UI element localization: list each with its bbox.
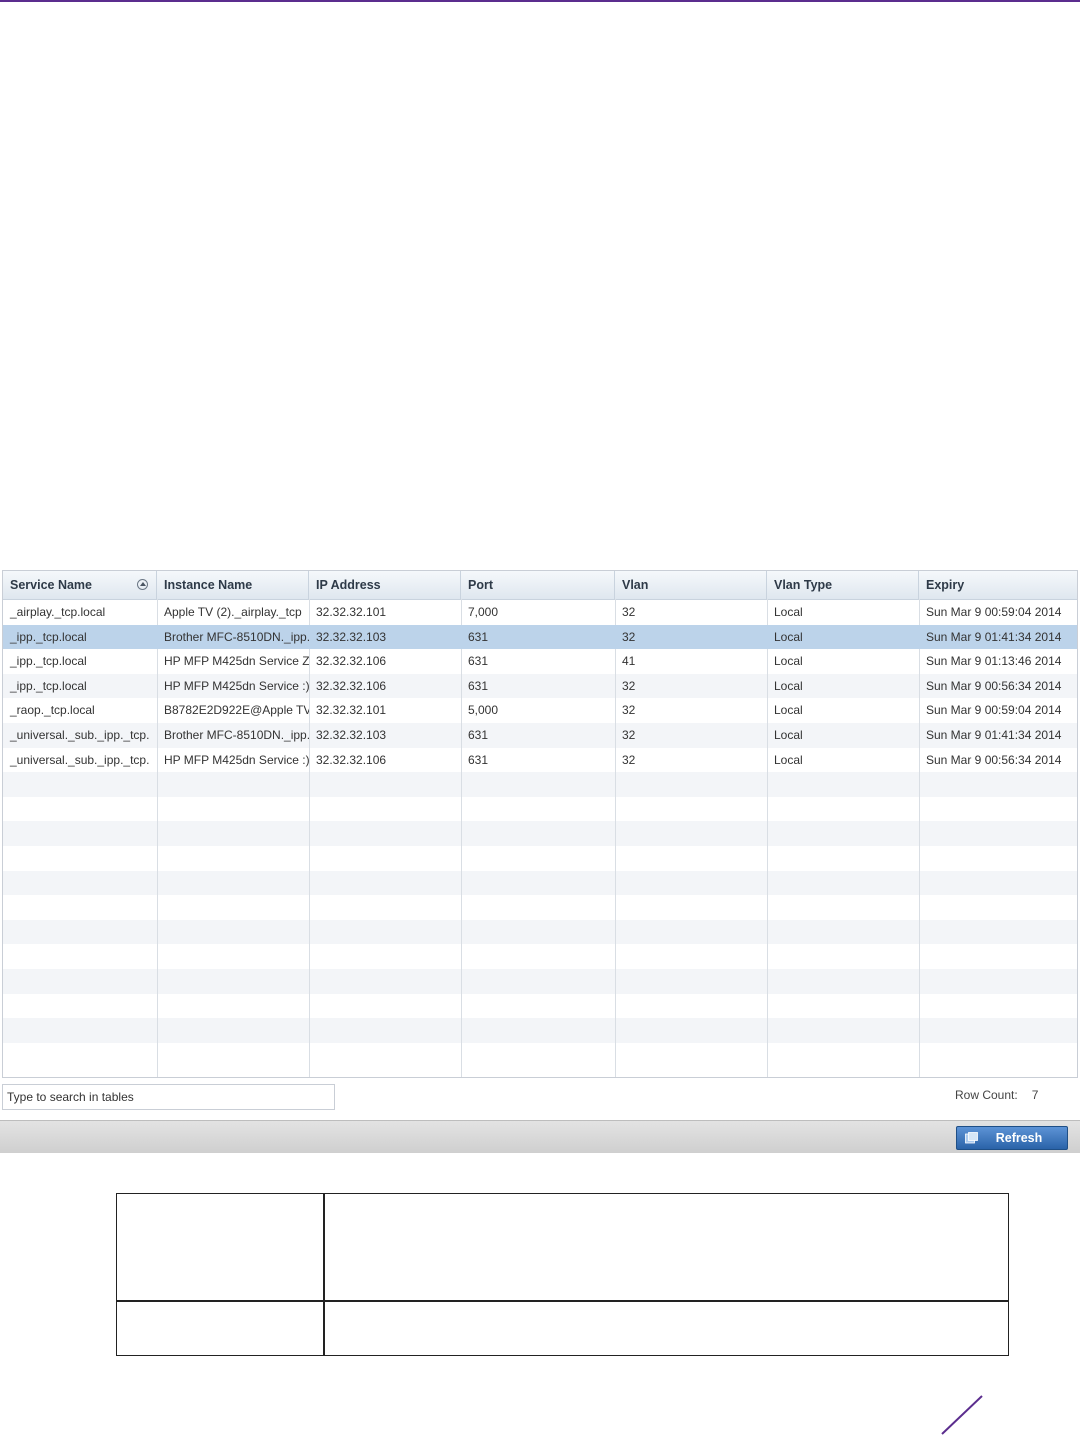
table-cell: Sun Mar 9 01:41:34 2014 [926,728,1062,742]
table-cell: Local [774,605,803,619]
table-cell: 32 [622,752,636,767]
column-header-vlan-type[interactable]: Vlan Type [767,571,919,599]
table-cell: Local [774,678,803,693]
table-cell: Sun Mar 9 00:59:04 2014 [926,703,1062,718]
table-cell: 5,000 [468,703,499,718]
column-header-label: Instance Name [164,578,253,592]
column-header-label: Port [468,578,493,592]
table-cell: 32.32.32.103 [316,728,387,742]
table-search-input[interactable] [2,1084,335,1110]
table-row[interactable]: _universal._sub._ipp._tcp. Brother MFC-85… [3,723,1077,748]
row-stripe [3,1018,1077,1043]
table-cell: Apple TV (2)._airplay._tcp [164,605,302,619]
brand-slash-icon [941,1395,983,1435]
column-header-instance-name[interactable]: Instance Name [157,571,309,599]
row-stripe [3,1043,1077,1068]
table-row[interactable]: _ipp._tcp.local HP MFP M425dn Service Z 32… [3,649,1077,674]
row-stripe [3,797,1077,822]
refresh-icon [965,1132,978,1144]
row-stripe [3,994,1077,1019]
row-stripe [3,895,1077,920]
table-cell: Brother MFC-8510DN._ipp. [164,728,309,742]
table-cell: _universal._sub._ipp._tcp. [10,752,150,767]
table-row[interactable]: _raop._tcp.local B8782E2D922E@Apple TV 32.… [3,698,1077,723]
table-cell: 32.32.32.101 [316,605,387,619]
table-cell: HP MFP M425dn Service :) [164,752,309,767]
table-cell: Sun Mar 9 00:56:34 2014 [926,752,1062,767]
table-rule [323,1194,325,1355]
table-cell: 41 [622,654,636,669]
table-cell: Local [774,728,803,742]
column-header-label: Vlan Type [774,578,833,592]
table-cell: 7,000 [468,605,499,619]
table-cell: 32.32.32.106 [316,752,387,767]
table-header: Service Name Instance Name IP Address Po… [3,571,1077,600]
footer-toolbar: Refresh [0,1120,1080,1153]
table-cell: Local [774,752,803,767]
table-rule [117,1300,1008,1302]
table-cell: 32 [622,728,636,742]
services-table: Service Name Instance Name IP Address Po… [2,570,1078,1078]
table-cell: _raop._tcp.local [10,703,95,718]
table-cell: _airplay._tcp.local [10,605,106,619]
table-cell: _ipp._tcp.local [10,654,87,669]
table-row[interactable]: _ipp._tcp.local Brother MFC-8510DN._ipp. 3… [3,624,1077,650]
top-accent-rule [0,0,1080,2]
column-header-port[interactable]: Port [461,571,615,599]
table-cell: HP MFP M425dn Service :) [164,678,309,693]
column-header-label: Vlan [622,578,649,592]
table-cell: 631 [468,678,489,693]
column-header-label: Service Name [10,578,93,592]
table-cell: Sun Mar 9 01:41:34 2014 [926,629,1062,644]
table-cell: 32 [622,678,636,693]
column-header-label: IP Address [316,578,381,592]
table-cell: Sun Mar 9 00:56:34 2014 [926,678,1062,693]
column-header-vlan[interactable]: Vlan [615,571,767,599]
table-cell: 32.32.32.103 [316,629,387,644]
table-cell: 32.32.32.101 [316,703,387,718]
row-count: Row Count: 7 [955,1088,1038,1102]
table-cell: 32 [622,703,636,718]
table-cell: Local [774,629,803,644]
table-row[interactable]: _ipp._tcp.local HP MFP M425dn Service :) 3… [3,674,1077,699]
sort-ascending-icon[interactable] [137,579,148,590]
refresh-button-label: Refresh [995,1131,1043,1145]
table-cell: 631 [468,629,489,644]
table-cell: 631 [468,728,489,742]
table-cell: _universal._sub._ipp._tcp. [10,728,150,742]
refresh-button[interactable]: Refresh [956,1126,1068,1150]
table-cell: Local [774,703,803,718]
table-cell: 32 [622,605,636,619]
table-cell: Sun Mar 9 01:13:46 2014 [926,654,1062,669]
row-stripe [3,870,1077,896]
table-cell: Sun Mar 9 00:59:04 2014 [926,605,1062,619]
table-cell: 631 [468,654,489,669]
table-row[interactable]: _universal._sub._ipp._tcp. HP MFP M425dn … [3,748,1077,773]
column-header-expiry[interactable]: Expiry [919,571,1077,599]
row-stripe [3,846,1077,871]
table-cell: _ipp._tcp.local [10,678,87,693]
row-count-value: 7 [1031,1088,1039,1102]
table-cell: Brother MFC-8510DN._ipp. [164,629,309,644]
mdns-service-panel: Service Name Instance Name IP Address Po… [0,566,1080,1153]
table-cell: HP MFP M425dn Service Z [164,654,309,669]
column-header-label: Expiry [926,578,965,592]
column-header-ip-address[interactable]: IP Address [309,571,461,599]
table-cell: 32.32.32.106 [316,678,387,693]
row-stripe [3,919,1077,945]
table-cell: Local [774,654,803,669]
column-header-service-name[interactable]: Service Name [3,571,157,599]
table-cell: 32 [622,629,636,644]
row-stripe [3,821,1077,846]
table-cell: 32.32.32.106 [316,654,387,669]
table-cell: B8782E2D922E@Apple TV [164,703,309,718]
row-count-label: Row Count: [955,1088,1018,1102]
field-description-table [116,1193,1009,1356]
row-stripe [3,969,1077,994]
row-stripe [3,944,1077,969]
table-cell: _ipp._tcp.local [10,629,87,644]
table-row[interactable]: _airplay._tcp.local Apple TV (2)._airplay… [3,600,1077,625]
row-stripe [3,772,1077,797]
table-cell: 631 [468,752,489,767]
